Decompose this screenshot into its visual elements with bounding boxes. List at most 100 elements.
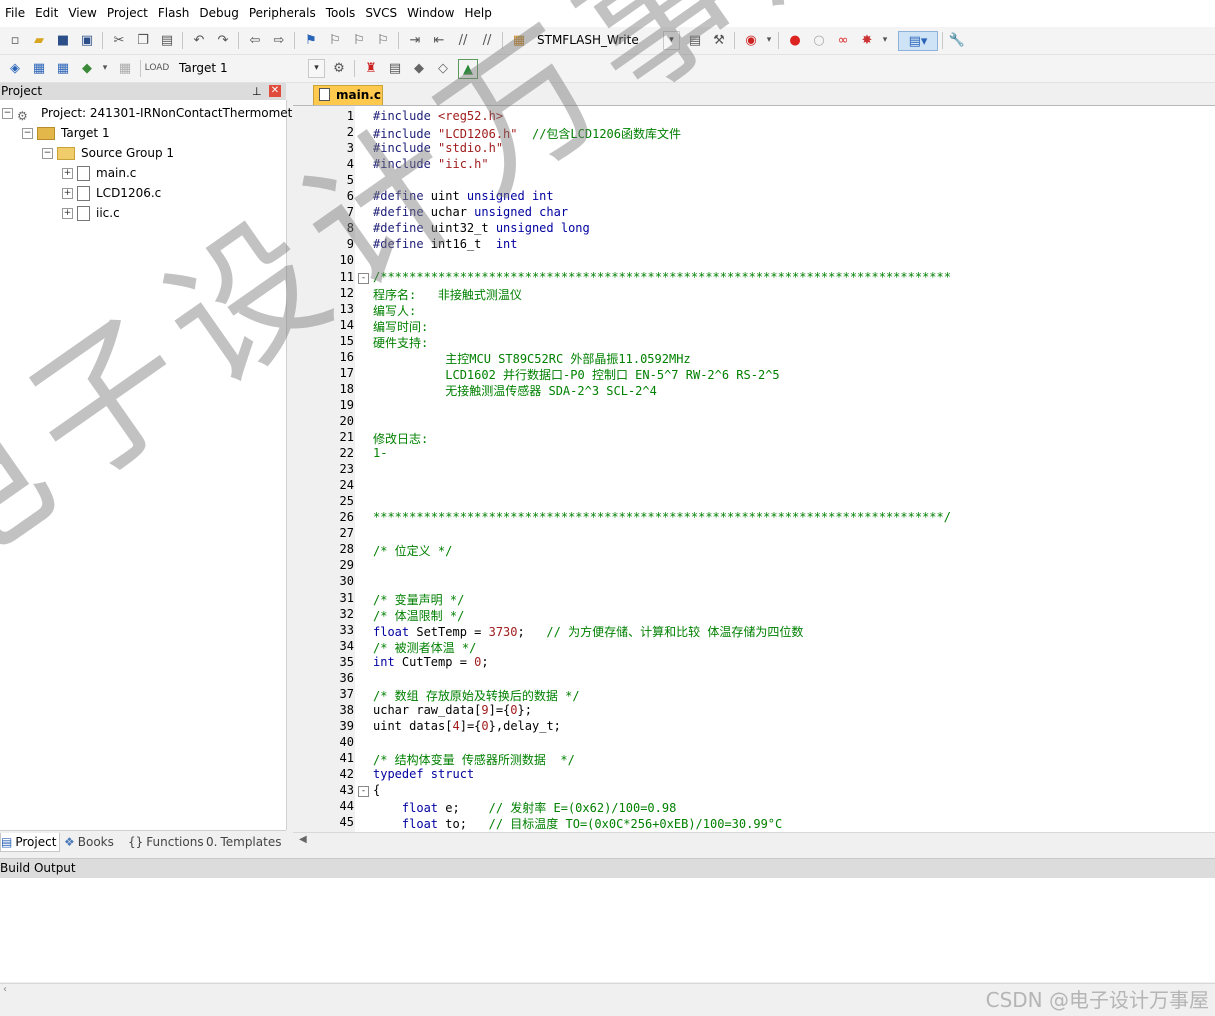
- collapse-icon[interactable]: −: [2, 107, 13, 119]
- tab-functions[interactable]: {} Functions: [128, 833, 204, 851]
- bookmark-icon[interactable]: ⚑: [302, 31, 320, 49]
- pack-installer-icon[interactable]: ▲: [458, 59, 478, 79]
- tab-templates[interactable]: 0. Templates: [206, 833, 281, 851]
- code-token: "LCD1206.h": [438, 127, 518, 142]
- code-line: int CutTemp = 0;: [373, 655, 489, 669]
- kill-breakpoints-icon[interactable]: ✸: [858, 31, 876, 49]
- download-icon[interactable]: LOAD: [145, 59, 170, 77]
- collapse-icon[interactable]: −: [42, 147, 53, 159]
- target-options-icon[interactable]: ⚙: [330, 59, 348, 77]
- expand-icon[interactable]: +: [62, 187, 73, 199]
- open-folder-icon[interactable]: ▰: [30, 31, 48, 49]
- save-icon[interactable]: ■: [54, 31, 72, 49]
- tab-books[interactable]: ❖ Books: [64, 833, 114, 851]
- chevron-down-icon[interactable]: ▾: [96, 59, 114, 77]
- build-output-area[interactable]: [0, 878, 1215, 982]
- chevron-down-icon[interactable]: ▾: [760, 31, 778, 49]
- menu-file[interactable]: File: [0, 0, 30, 27]
- menu-window[interactable]: Window: [402, 0, 459, 27]
- code-line: {: [373, 783, 380, 797]
- scroll-left-icon[interactable]: ‹: [3, 984, 7, 995]
- line-number: 5: [346, 173, 354, 188]
- new-file-icon[interactable]: ▫: [6, 31, 24, 49]
- batch-build-icon[interactable]: ◆: [78, 59, 96, 77]
- line-number: 35: [339, 654, 354, 669]
- chevron-down-icon[interactable]: ▾: [876, 31, 894, 49]
- line-number: 16: [339, 349, 354, 364]
- rebuild-icon[interactable]: ▦: [54, 59, 72, 77]
- tree-target-node[interactable]: − Target 1: [22, 123, 110, 143]
- manage-project-icon[interactable]: ♜: [362, 59, 380, 77]
- prev-bookmark-icon[interactable]: ⚐: [326, 31, 344, 49]
- books-icon: ❖: [64, 835, 75, 849]
- redo-icon[interactable]: ↷: [214, 31, 232, 49]
- comment-icon[interactable]: //: [454, 31, 472, 49]
- line-number: 41: [339, 751, 354, 765]
- tab-project[interactable]: ▤ Project: [0, 833, 60, 852]
- expand-icon[interactable]: +: [62, 167, 73, 179]
- configure-icon[interactable]: 🔧: [948, 31, 966, 49]
- find-icon[interactable]: ▤: [686, 31, 704, 49]
- close-icon[interactable]: ✕: [269, 85, 281, 97]
- disable-breakpoint-icon[interactable]: ○: [810, 31, 828, 49]
- manage-rte-icon[interactable]: ◆: [410, 59, 428, 77]
- tab-main-c[interactable]: main.c: [313, 85, 383, 105]
- scroll-left-icon[interactable]: ◀: [299, 834, 307, 845]
- menu-svcs[interactable]: SVCS: [360, 0, 402, 27]
- fold-toggle-icon[interactable]: -: [358, 786, 369, 798]
- find-combo[interactable]: STMFLASH_Write ▾: [533, 31, 680, 50]
- menu-debug[interactable]: Debug: [194, 0, 243, 27]
- fold-column: [355, 106, 369, 832]
- incremental-find-icon[interactable]: ⚒: [710, 31, 728, 49]
- manage-component-icon[interactable]: ◇: [434, 59, 452, 77]
- menu-tools[interactable]: Tools: [321, 0, 361, 27]
- line-number: 40: [339, 734, 354, 749]
- clear-bookmarks-icon[interactable]: ⚐: [374, 31, 392, 49]
- undo-icon[interactable]: ↶: [190, 31, 208, 49]
- menu-flash[interactable]: Flash: [153, 0, 194, 27]
- menu-peripherals[interactable]: Peripherals: [244, 0, 321, 27]
- nav-forward-icon[interactable]: ⇨: [270, 31, 288, 49]
- expand-icon[interactable]: +: [62, 207, 73, 219]
- line-number: 23: [339, 462, 354, 477]
- line-number: 10: [339, 253, 354, 268]
- tree-group-node[interactable]: − Source Group 1: [42, 143, 174, 163]
- tree-file-lcd1206[interactable]: + LCD1206.c: [62, 183, 161, 203]
- debug-session-icon[interactable]: ◉: [742, 31, 760, 49]
- menu-project[interactable]: Project: [102, 0, 153, 27]
- copy-icon[interactable]: ❐: [134, 31, 152, 49]
- save-all-icon[interactable]: ▣: [78, 31, 96, 49]
- menu-view[interactable]: View: [63, 0, 101, 27]
- indent-icon[interactable]: ⇥: [406, 31, 424, 49]
- line-number: 37: [339, 686, 354, 701]
- target-select[interactable]: Target 1 ▾: [175, 59, 325, 78]
- collapse-icon[interactable]: −: [22, 127, 33, 139]
- editor-horizontal-scrollbar[interactable]: ◀: [293, 832, 1215, 851]
- pin-icon[interactable]: ⊥: [252, 83, 262, 100]
- tree-file-iic[interactable]: + iic.c: [62, 203, 120, 223]
- menu-edit[interactable]: Edit: [30, 0, 63, 27]
- code-line: /***************************************…: [373, 270, 951, 284]
- line-number: 44: [339, 799, 354, 814]
- breakpoint-icon[interactable]: ●: [786, 31, 804, 49]
- next-bookmark-icon[interactable]: ⚐: [350, 31, 368, 49]
- translate-icon[interactable]: ◈: [6, 59, 24, 77]
- select-packs-icon[interactable]: ▤: [386, 59, 404, 77]
- window-layout-icon[interactable]: ▤▾: [898, 31, 938, 51]
- build-icon[interactable]: ▦: [30, 59, 48, 77]
- tree-project-node[interactable]: − ⚙ Project: 241301-IRNonContactThermome…: [2, 103, 304, 123]
- tree-file-main[interactable]: + main.c: [62, 163, 136, 183]
- unindent-icon[interactable]: ⇤: [430, 31, 448, 49]
- find-in-files-icon[interactable]: ▦: [510, 31, 528, 49]
- disable-all-breakpoints-icon[interactable]: ∞: [834, 31, 852, 49]
- code-line: 程序名: 非接触式测温仪: [373, 286, 522, 303]
- nav-back-icon[interactable]: ⇦: [246, 31, 264, 49]
- paste-icon[interactable]: ▤: [158, 31, 176, 49]
- stop-build-icon[interactable]: ▦: [116, 59, 134, 77]
- fold-toggle-icon[interactable]: -: [358, 272, 369, 284]
- uncomment-icon[interactable]: //: [478, 31, 496, 49]
- menu-help[interactable]: Help: [459, 0, 496, 27]
- code-editor[interactable]: 1 2 3 4 5 6 7 8 9 10 11 12 13 14 15 16 17 18 19 20 21 22 23 24 2…: [293, 106, 1215, 832]
- cut-icon[interactable]: ✂: [110, 31, 128, 49]
- project-tree: − ⚙ Project: 241301-IRNonContactThermome…: [0, 100, 304, 830]
